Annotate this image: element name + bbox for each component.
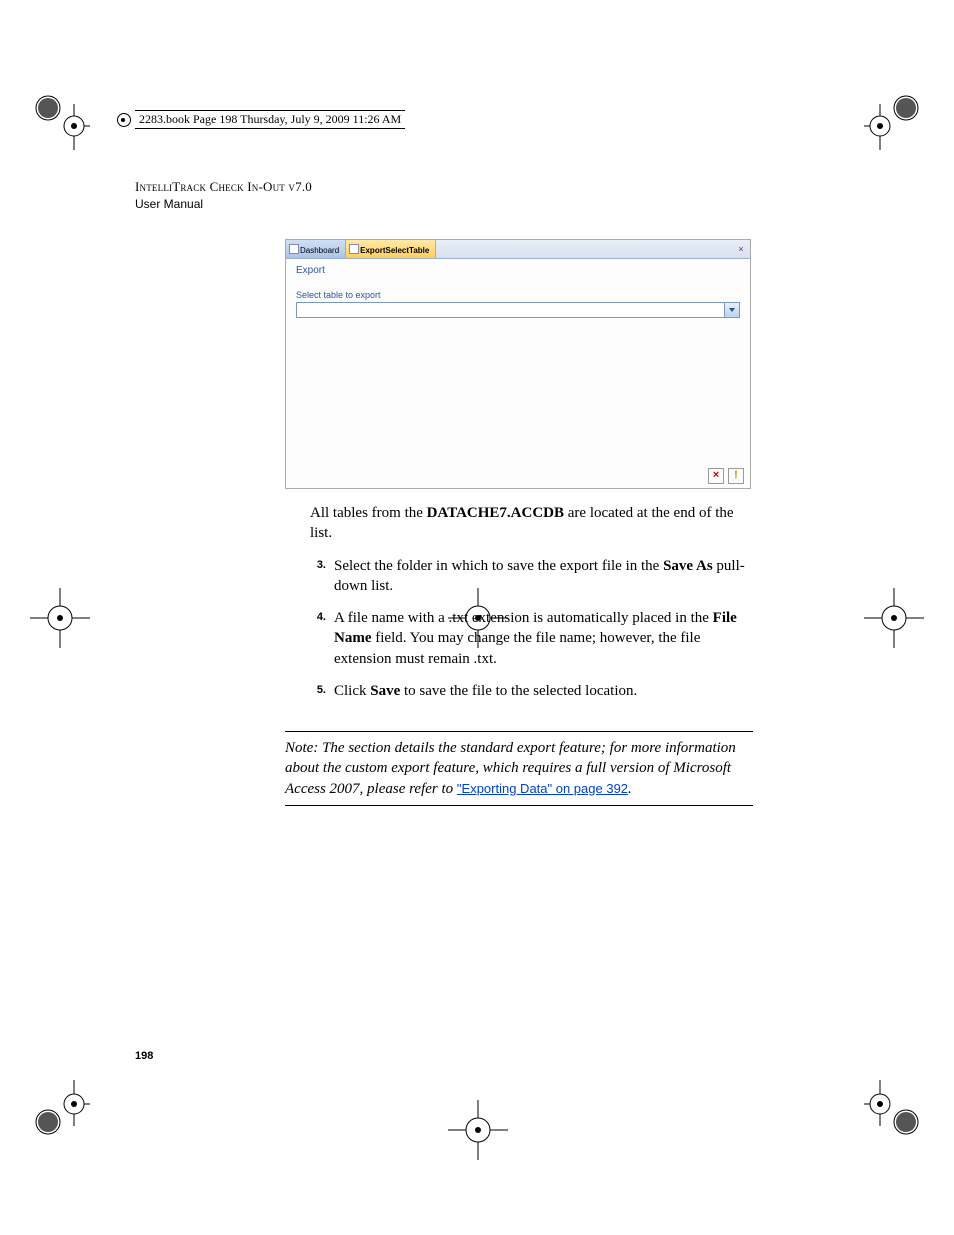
crop-mark-icon [30,588,90,648]
tab-export-select-table[interactable]: ExportSelectTable [346,240,436,258]
text-bold: Save As [663,558,713,574]
page-number: 198 [135,1050,153,1062]
doc-subtitle: User Manual [135,197,835,211]
doc-title: IntelliTrack Check In-Out v7.0 [135,179,835,195]
tab-dashboard[interactable]: Dashboard [286,240,346,258]
text: All tables from the [310,505,427,521]
crop-mark-icon [864,90,924,150]
book-header: 2283.book Page 198 Thursday, July 9, 200… [135,110,405,129]
crop-mark-icon [30,90,90,150]
step-number: 5. [304,683,326,698]
chevron-down-icon[interactable] [724,303,739,317]
step-3: 3. Select the folder in which to save th… [310,556,750,597]
step-4: 4. A file name with a .txt extension is … [310,608,750,669]
crop-mark-icon [864,588,924,648]
step-5: 5. Click Save to save the file to the se… [310,681,750,701]
text-bold: Save [370,683,400,699]
select-table-label: Select table to export [296,290,740,300]
crop-mark-icon [448,1100,508,1160]
text: Select the folder in which to save the e… [334,558,663,574]
crop-mark-icon [864,1080,924,1140]
cross-ref-link[interactable]: "Exporting Data" on page 392 [457,781,628,796]
step-number: 3. [304,558,326,573]
tab-bar: Dashboard ExportSelectTable × [286,240,750,259]
note-text: . [628,781,632,797]
text: to save the file to the selected locatio… [400,683,637,699]
close-icon[interactable]: × [736,240,750,258]
note-block: Note: The section details the standard e… [285,731,753,806]
section-title-export: Export [296,265,740,276]
step-number: 4. [304,610,326,625]
error-x-icon: × [708,468,724,484]
crop-mark-icon [30,1080,90,1140]
embedded-screenshot: Dashboard ExportSelectTable × Export Sel… [285,239,751,489]
select-table-dropdown[interactable] [296,302,740,318]
select-table-input[interactable] [297,303,724,317]
text-bold: DATACHE7.ACCDB [427,505,564,521]
text: Click [334,683,370,699]
text: A file name with a .txt extension is aut… [334,610,713,626]
text: field. You may change the file name; how… [334,630,700,666]
warning-icon: ! [728,468,744,484]
body-paragraph: All tables from the DATACHE7.ACCDB are l… [310,503,750,544]
